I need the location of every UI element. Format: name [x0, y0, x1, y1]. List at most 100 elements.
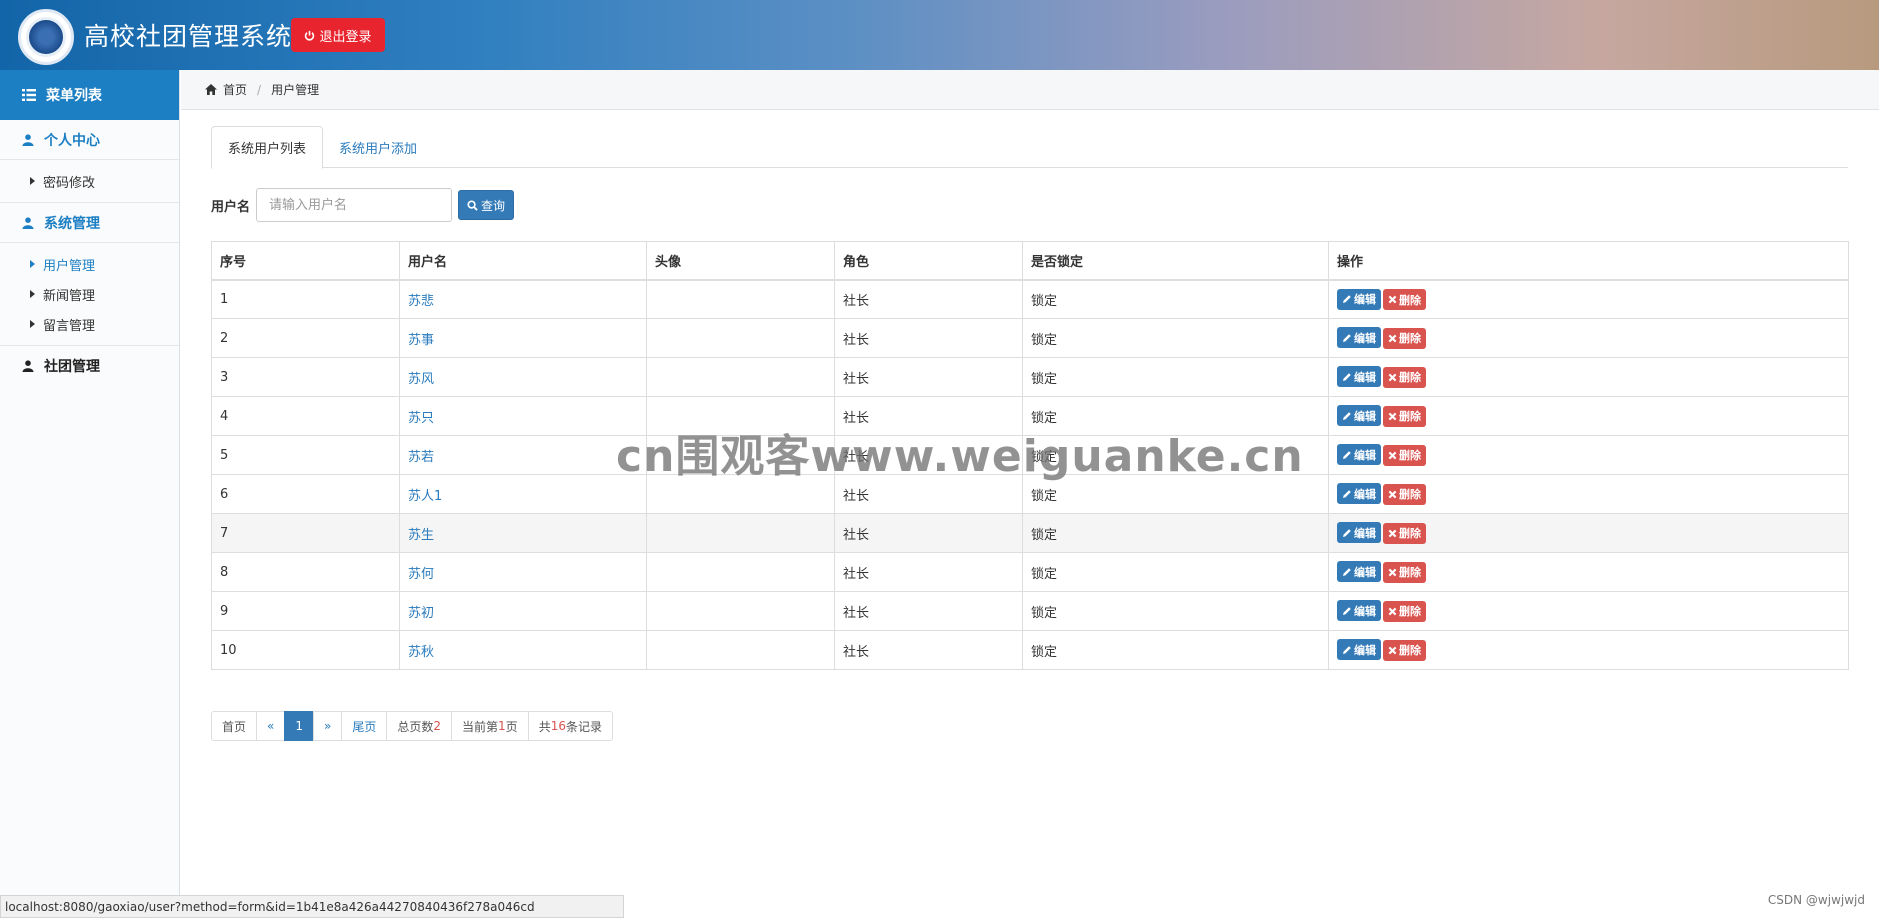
username-link[interactable]: 苏秋: [408, 645, 434, 660]
cell-username: 苏生: [399, 513, 647, 553]
pencil-icon: [1343, 372, 1351, 381]
total-records-suffix: 条记录: [565, 719, 602, 734]
delete-label: 删除: [1399, 488, 1421, 502]
search-button-label: 查询: [481, 198, 506, 213]
sidebar-item-label: 用户管理: [43, 258, 96, 274]
search-icon: [467, 199, 478, 211]
page-first[interactable]: 首页: [211, 711, 258, 741]
footer-credit: CSDN @wjwjwjd: [1767, 893, 1865, 907]
current-page-suffix: 页: [505, 719, 518, 734]
cell-username: 苏风: [399, 357, 647, 397]
page-current[interactable]: 1: [284, 711, 314, 741]
column-header: 操作: [1328, 241, 1849, 281]
cell-username: 苏秋: [399, 630, 647, 670]
edit-button[interactable]: 编辑: [1337, 522, 1381, 544]
cell-username: 苏人1: [399, 474, 647, 514]
username-link[interactable]: 苏若: [408, 450, 434, 465]
username-link[interactable]: 苏人1: [408, 489, 442, 504]
current-page-value: 1: [498, 719, 506, 733]
username-link[interactable]: 苏悲: [408, 294, 434, 309]
table-row: 7 苏生 社长 锁定 编辑 删除: [211, 513, 1849, 553]
page-next[interactable]: »: [313, 711, 343, 741]
sidebar-item-password[interactable]: 密码修改: [0, 166, 179, 196]
cell-avatar: [646, 552, 835, 592]
logout-label: 退出登录: [319, 29, 372, 45]
edit-button[interactable]: 编辑: [1337, 327, 1381, 349]
delete-button[interactable]: 删除: [1383, 366, 1426, 388]
cell-no: 10: [211, 630, 400, 670]
edit-button[interactable]: 编辑: [1337, 561, 1381, 583]
sidebar-item-news[interactable]: 新闻管理: [0, 279, 179, 309]
edit-label: 编辑: [1354, 293, 1376, 306]
username-link[interactable]: 苏何: [408, 567, 434, 582]
delete-button[interactable]: 删除: [1383, 483, 1426, 505]
sidebar-group-personal[interactable]: 个人中心: [0, 120, 179, 160]
cell-no: 9: [211, 591, 400, 631]
delete-button[interactable]: 删除: [1383, 639, 1426, 661]
cell-username: 苏初: [399, 591, 647, 631]
delete-button[interactable]: 删除: [1383, 600, 1426, 622]
username-link[interactable]: 苏只: [408, 411, 434, 426]
user-icon: [22, 133, 34, 146]
close-icon: [1388, 412, 1397, 421]
username-link[interactable]: 苏生: [408, 528, 434, 543]
caret-right-icon: [30, 320, 35, 328]
delete-label: 删除: [1399, 410, 1421, 424]
edit-button[interactable]: 编辑: [1337, 483, 1381, 505]
cell-actions: 编辑 删除: [1328, 591, 1849, 631]
caret-right-icon: [30, 290, 35, 298]
logout-button[interactable]: 退出登录: [291, 18, 385, 52]
delete-button[interactable]: 删除: [1383, 327, 1426, 349]
tab-user-add[interactable]: 系统用户添加: [323, 126, 433, 168]
close-icon: [1388, 295, 1397, 304]
username-link[interactable]: 苏初: [408, 606, 434, 621]
username-search-input[interactable]: [256, 188, 453, 222]
edit-button[interactable]: 编辑: [1337, 444, 1381, 466]
edit-button[interactable]: 编辑: [1337, 366, 1381, 388]
delete-label: 删除: [1399, 332, 1421, 346]
edit-button[interactable]: 编辑: [1337, 600, 1381, 622]
sidebar-group-system[interactable]: 系统管理: [0, 203, 179, 243]
page-last[interactable]: 尾页: [341, 711, 388, 741]
column-header: 是否锁定: [1022, 241, 1329, 281]
close-icon: [1388, 334, 1397, 343]
app-title: 高校社团管理系统: [84, 22, 293, 51]
delete-button[interactable]: 删除: [1383, 405, 1426, 427]
cell-no: 6: [211, 474, 400, 514]
watermark: cn围观客www.weiguanke.cn: [616, 431, 1304, 482]
cell-actions: 编辑 删除: [1328, 279, 1849, 319]
table-row: 1 苏悲 社长 锁定 编辑 删除: [211, 279, 1849, 319]
username-link[interactable]: 苏事: [408, 333, 434, 348]
cell-no: 1: [211, 279, 400, 319]
edit-button[interactable]: 编辑: [1337, 405, 1381, 427]
close-icon: [1388, 568, 1397, 577]
page-prev[interactable]: «: [256, 711, 286, 741]
sidebar-item-messages[interactable]: 留言管理: [0, 309, 179, 339]
delete-label: 删除: [1399, 605, 1421, 619]
tab-user-list[interactable]: 系统用户列表: [211, 126, 324, 169]
edit-button[interactable]: 编辑: [1337, 288, 1381, 310]
column-header: 角色: [834, 241, 1023, 281]
cell-role: 社长: [834, 591, 1023, 631]
username-link[interactable]: 苏风: [408, 372, 434, 387]
total-pages-value: 2: [433, 719, 442, 733]
cell-no: 5: [211, 435, 400, 475]
breadcrumb-home[interactable]: 首页: [223, 81, 247, 98]
cell-locked: 锁定: [1022, 591, 1329, 631]
delete-button[interactable]: 删除: [1383, 561, 1426, 583]
delete-button[interactable]: 删除: [1383, 522, 1426, 544]
delete-label: 删除: [1399, 527, 1421, 541]
sidebar-group-label: 系统管理: [44, 215, 100, 232]
cell-actions: 编辑 删除: [1328, 474, 1849, 514]
delete-button[interactable]: 删除: [1383, 289, 1426, 310]
cell-avatar: [646, 513, 835, 553]
edit-button[interactable]: 编辑: [1337, 639, 1381, 661]
sidebar-item-users[interactable]: 用户管理: [0, 249, 179, 279]
delete-button[interactable]: 删除: [1383, 444, 1426, 466]
table-row: 3 苏风 社长 锁定 编辑 删除: [211, 357, 1849, 397]
cell-locked: 锁定: [1022, 357, 1329, 397]
pencil-icon: [1343, 450, 1351, 459]
search-button[interactable]: 查询: [458, 190, 515, 220]
sidebar-group-clubs[interactable]: 社团管理: [0, 346, 179, 386]
pencil-icon: [1343, 333, 1351, 342]
